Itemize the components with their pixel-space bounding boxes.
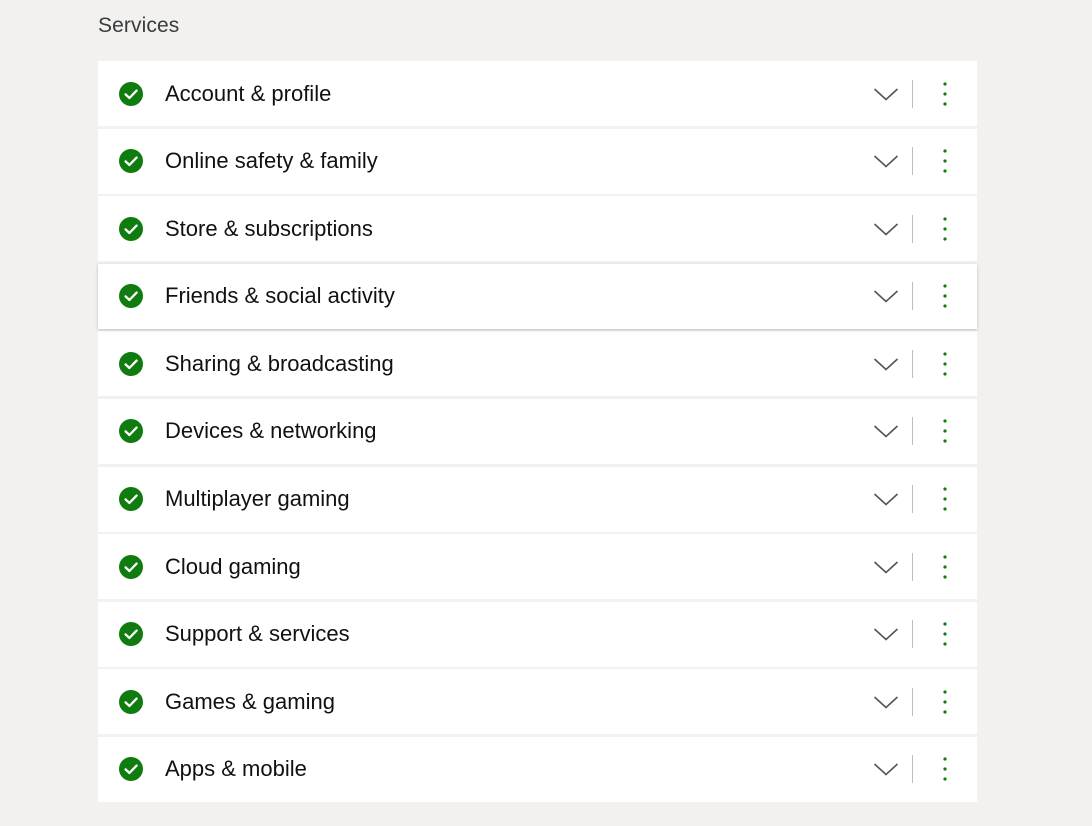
more-options-button[interactable] (932, 485, 958, 513)
checkmark-circle-icon (119, 757, 143, 782)
divider (912, 687, 913, 716)
more-options-button[interactable] (932, 417, 958, 445)
divider (912, 79, 913, 108)
more-options-button[interactable] (932, 215, 958, 243)
divider (912, 485, 913, 514)
more-options-button[interactable] (932, 688, 958, 716)
expand-button[interactable] (870, 755, 902, 783)
divider (912, 349, 913, 378)
more-options-button[interactable] (932, 350, 958, 378)
chevron-down-icon (873, 87, 899, 101)
divider (912, 552, 913, 581)
chevron-down-icon (873, 493, 899, 506)
more-options-button[interactable] (932, 282, 958, 310)
more-vertical-icon (943, 81, 947, 106)
more-vertical-icon (943, 352, 947, 376)
service-label: Store & subscriptions (165, 215, 373, 241)
divider (912, 147, 913, 176)
expand-button[interactable] (870, 350, 902, 378)
expand-button[interactable] (870, 620, 902, 648)
expand-button[interactable] (870, 688, 902, 716)
service-status-page: Services Account & profile Online safety… (0, 0, 1092, 826)
service-row[interactable]: Multiplayer gaming (98, 466, 977, 532)
service-list: Account & profile Online safety & family… (98, 61, 977, 805)
section-heading: Services (98, 14, 180, 37)
service-row[interactable]: Online safety & family (98, 128, 977, 194)
checkmark-circle-icon (119, 419, 143, 444)
divider (912, 417, 913, 446)
expand-button[interactable] (870, 485, 902, 513)
service-label: Games & gaming (165, 688, 335, 714)
chevron-down-icon (873, 358, 899, 371)
more-vertical-icon (943, 487, 947, 511)
more-vertical-icon (943, 419, 947, 444)
more-options-button[interactable] (932, 80, 958, 108)
service-label: Online safety & family (165, 148, 378, 174)
more-vertical-icon (943, 555, 947, 579)
more-options-button[interactable] (932, 147, 958, 175)
service-row[interactable]: Sharing & broadcasting (98, 331, 977, 397)
service-label: Devices & networking (165, 418, 377, 444)
service-label: Support & services (165, 621, 350, 647)
more-options-button[interactable] (932, 620, 958, 648)
checkmark-circle-icon (119, 216, 143, 241)
chevron-down-icon (873, 628, 899, 641)
checkmark-circle-icon (119, 351, 143, 376)
more-vertical-icon (943, 284, 947, 308)
expand-button[interactable] (870, 553, 902, 581)
expand-button[interactable] (870, 147, 902, 175)
more-options-button[interactable] (932, 755, 958, 783)
expand-button[interactable] (870, 80, 902, 108)
service-label: Multiplayer gaming (165, 486, 350, 512)
service-label: Apps & mobile (165, 756, 307, 782)
expand-button[interactable] (870, 417, 902, 445)
expand-button[interactable] (870, 282, 902, 310)
checkmark-circle-icon (119, 622, 143, 647)
chevron-down-icon (873, 561, 899, 574)
divider (912, 620, 913, 649)
service-label: Friends & social activity (165, 283, 395, 309)
chevron-down-icon (873, 290, 899, 303)
service-row[interactable]: Store & subscriptions (98, 196, 977, 262)
divider (912, 282, 913, 311)
service-row[interactable]: Apps & mobile (98, 736, 977, 802)
more-vertical-icon (943, 217, 947, 241)
checkmark-circle-icon (119, 487, 143, 512)
service-label: Sharing & broadcasting (165, 350, 394, 376)
more-vertical-icon (943, 690, 947, 714)
more-vertical-icon (943, 149, 947, 173)
chevron-down-icon (873, 155, 899, 168)
more-vertical-icon (943, 622, 947, 646)
chevron-down-icon (873, 763, 899, 777)
expand-button[interactable] (870, 215, 902, 243)
chevron-down-icon (873, 223, 899, 236)
more-vertical-icon (943, 757, 947, 782)
checkmark-circle-icon (119, 81, 143, 106)
checkmark-circle-icon (119, 689, 143, 714)
checkmark-circle-icon (119, 149, 143, 174)
divider (912, 755, 913, 784)
service-row[interactable]: Devices & networking (98, 398, 977, 464)
checkmark-circle-icon (119, 284, 143, 309)
checkmark-circle-icon (119, 554, 143, 579)
chevron-down-icon (873, 696, 899, 709)
chevron-down-icon (873, 425, 899, 439)
service-row[interactable]: Games & gaming (98, 669, 977, 735)
service-row[interactable]: Friends & social activity (98, 263, 977, 329)
service-label: Cloud gaming (165, 553, 301, 579)
service-row[interactable]: Support & services (98, 601, 977, 667)
service-row[interactable]: Account & profile (98, 61, 977, 126)
service-row[interactable]: Cloud gaming (98, 534, 977, 600)
service-label: Account & profile (165, 80, 332, 106)
more-options-button[interactable] (932, 553, 958, 581)
divider (912, 214, 913, 243)
